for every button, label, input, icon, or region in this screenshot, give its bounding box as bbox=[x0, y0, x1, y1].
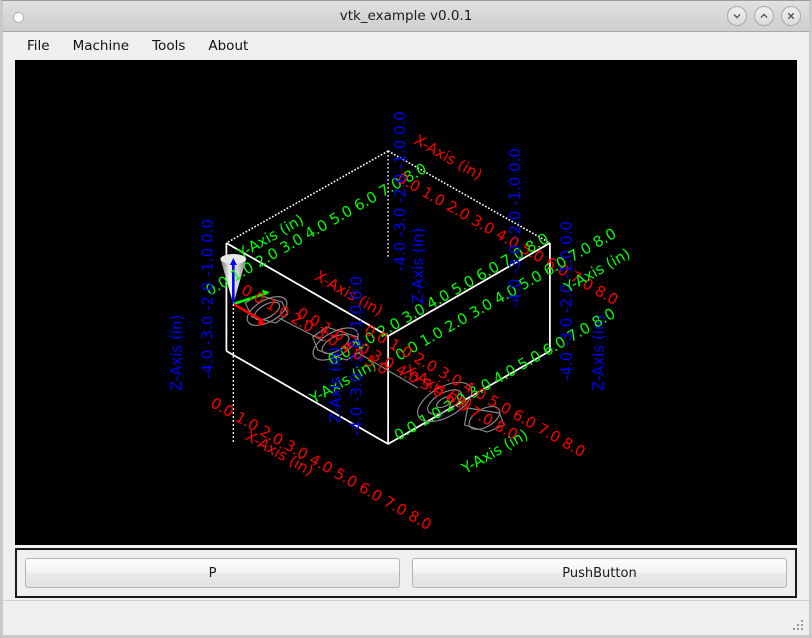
menu-item-about[interactable]: About bbox=[198, 35, 258, 57]
p-button[interactable]: P bbox=[25, 558, 400, 588]
window-title: vtk_example v0.0.1 bbox=[339, 8, 473, 24]
resize-grip[interactable] bbox=[791, 618, 805, 632]
menu-bar: File Machine Tools About bbox=[3, 32, 809, 60]
window-controls bbox=[727, 1, 801, 31]
maximize-button[interactable] bbox=[754, 6, 774, 26]
status-bar bbox=[3, 600, 809, 635]
button-panel: P PushButton bbox=[15, 548, 797, 598]
vtk-scene: 0.0 1.0 2.0 3.0 4.0 5.0 6.0 7.0 8.0 Y-Ax… bbox=[16, 61, 796, 544]
minimize-button[interactable] bbox=[727, 6, 747, 26]
close-icon bbox=[787, 12, 795, 20]
application-window: vtk_example v0.0.1 File Machine Tools Ab… bbox=[0, 0, 812, 638]
z-title-interior: Z-Axis (in) bbox=[327, 347, 345, 423]
menu-item-machine[interactable]: Machine bbox=[63, 35, 140, 57]
svg-text:Z-Axis (in): Z-Axis (in) bbox=[168, 315, 186, 391]
svg-text:-4.0 -3.0 -2.0 -1.0 0.0: -4.0 -3.0 -2.0 -1.0 0.0 bbox=[391, 111, 409, 271]
title-bar: vtk_example v0.0.1 bbox=[3, 1, 809, 32]
z-ticks-back: -4.0 -3.0 -2.0 -1.0 0.0 bbox=[391, 111, 409, 271]
close-button[interactable] bbox=[781, 6, 801, 26]
z-title-left: Z-Axis (in) bbox=[168, 315, 186, 391]
svg-text:Z-Axis (in): Z-Axis (in) bbox=[409, 228, 427, 304]
svg-text:-4.0 -3.0 -2.0 -1.0 0.0: -4.0 -3.0 -2.0 -1.0 0.0 bbox=[199, 219, 217, 379]
chevron-up-icon bbox=[760, 13, 768, 18]
menu-item-file[interactable]: File bbox=[17, 35, 60, 57]
app-circle-icon bbox=[13, 12, 24, 23]
chevron-down-icon bbox=[733, 14, 741, 19]
svg-text:Z-Axis (in): Z-Axis (in) bbox=[327, 347, 345, 423]
central-widget: 0.0 1.0 2.0 3.0 4.0 5.0 6.0 7.0 8.0 Y-Ax… bbox=[3, 60, 809, 600]
push-button[interactable]: PushButton bbox=[412, 558, 787, 588]
vtk-render-view[interactable]: 0.0 1.0 2.0 3.0 4.0 5.0 6.0 7.0 8.0 Y-Ax… bbox=[15, 60, 797, 545]
z-ticks-upper-right: -4.0 -3.0 -2.0 -1.0 0.0 bbox=[506, 148, 524, 308]
svg-text:-4.0 -3.0 -2.0 -1.0 0.0: -4.0 -3.0 -2.0 -1.0 0.0 bbox=[506, 148, 524, 308]
z-ticks-left: -4.0 -3.0 -2.0 -1.0 0.0 bbox=[199, 219, 217, 379]
z-title-back: Z-Axis (in) bbox=[409, 228, 427, 304]
menu-item-tools[interactable]: Tools bbox=[142, 35, 195, 57]
